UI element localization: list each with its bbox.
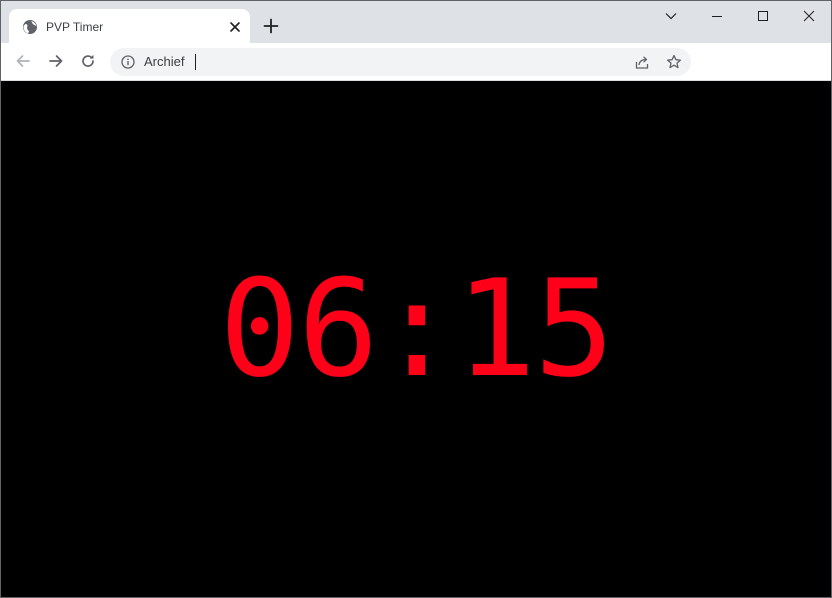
tab-search-button[interactable]	[648, 1, 694, 31]
minimize-icon	[712, 16, 722, 17]
page-viewport: 06:15	[1, 81, 831, 597]
browser-toolbar: Archief	[1, 43, 831, 81]
tab-close-button[interactable]	[226, 18, 244, 36]
address-bar[interactable]: Archief	[110, 48, 691, 76]
maximize-button[interactable]	[740, 1, 786, 31]
globe-icon	[22, 19, 38, 35]
forward-button[interactable]	[42, 47, 70, 75]
maximize-icon	[758, 11, 768, 21]
star-icon[interactable]	[666, 54, 682, 70]
new-tab-button[interactable]	[258, 13, 284, 39]
url-text[interactable]: Archief	[144, 54, 184, 70]
share-icon[interactable]	[634, 54, 650, 70]
minimize-button[interactable]	[694, 1, 740, 31]
countdown-timer: 06:15	[219, 251, 614, 407]
back-button[interactable]	[9, 47, 37, 75]
info-icon[interactable]	[121, 55, 135, 69]
window-close-button[interactable]	[786, 1, 831, 31]
text-cursor	[195, 54, 196, 70]
chevron-down-icon	[665, 13, 677, 20]
plus-icon	[263, 18, 279, 34]
browser-window: PVP Timer Archief 06:15	[0, 0, 832, 598]
reload-button[interactable]	[74, 47, 102, 75]
reload-icon	[82, 54, 94, 67]
close-icon	[230, 22, 240, 32]
tab-title: PVP Timer	[46, 20, 104, 34]
arrow-right-icon	[49, 55, 63, 67]
close-icon	[803, 10, 815, 22]
arrow-left-icon	[16, 55, 30, 67]
browser-tab[interactable]: PVP Timer	[9, 9, 250, 43]
tab-strip: PVP Timer	[1, 1, 831, 43]
